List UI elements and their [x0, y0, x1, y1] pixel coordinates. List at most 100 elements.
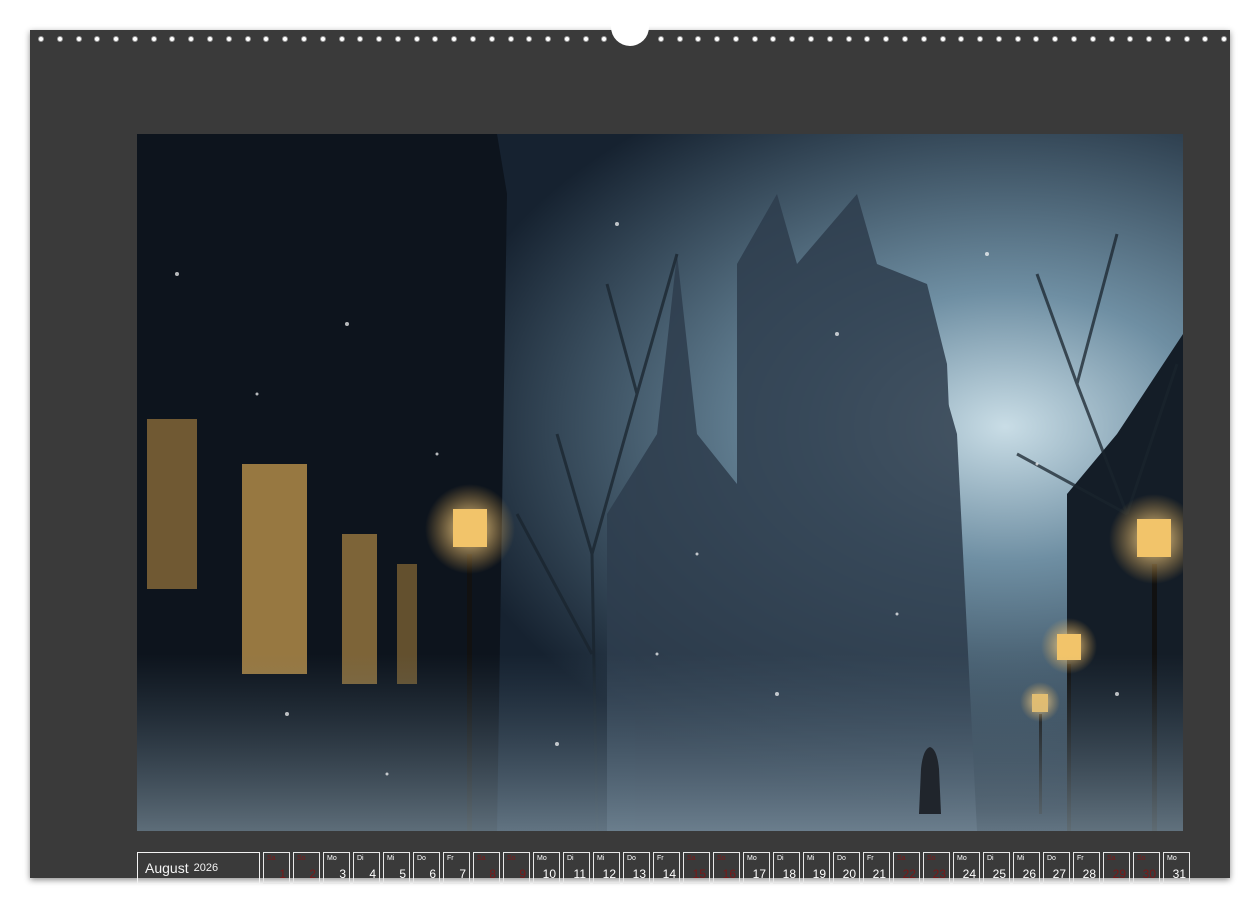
binding-hole — [601, 36, 608, 42]
binding-hole — [188, 36, 195, 42]
day-number: 21 — [872, 867, 886, 881]
day-number: 5 — [399, 867, 406, 881]
weekday-abbrev: Do — [1047, 855, 1056, 862]
binding-hole — [263, 36, 270, 42]
binding-hole — [319, 36, 326, 42]
day-cell: Sa 8 — [473, 852, 500, 884]
weekday-abbrev: So — [927, 855, 936, 862]
day-cell: So 2 — [293, 852, 320, 884]
binding-hole — [244, 36, 251, 42]
day-cell: Do 13 — [623, 852, 650, 884]
day-cell: Mi 12 — [593, 852, 620, 884]
weekday-abbrev: Do — [417, 855, 426, 862]
month-year: 2026 — [193, 862, 219, 874]
weekday-abbrev: Do — [837, 855, 846, 862]
binding-hole — [958, 36, 965, 42]
weekday-abbrev: So — [717, 855, 726, 862]
month-label-box: August 2026 — [137, 852, 260, 884]
gothic-street-night-photo — [137, 134, 1183, 831]
binding-hole — [394, 36, 401, 42]
binding-hole — [732, 36, 739, 42]
day-cell: Mo 17 — [743, 852, 770, 884]
binding-hole — [1127, 36, 1134, 42]
weekday-abbrev: Fr — [657, 855, 664, 862]
day-number: 22 — [902, 867, 916, 881]
day-number: 14 — [662, 867, 676, 881]
day-number: 11 — [573, 867, 586, 881]
day-cell: So 30 — [1133, 852, 1160, 884]
weekday-abbrev: Do — [627, 855, 636, 862]
binding-hole — [469, 36, 476, 42]
binding-hole — [901, 36, 908, 42]
day-cell: Mi 19 — [803, 852, 830, 884]
binding-hole — [1221, 36, 1228, 42]
day-number: 13 — [632, 867, 646, 881]
binding-hole — [150, 36, 157, 42]
day-cell: Mo 3 — [323, 852, 350, 884]
binding-hole — [451, 36, 458, 42]
day-number: 23 — [932, 867, 946, 881]
binding-hole — [1052, 36, 1059, 42]
day-cell: Do 20 — [833, 852, 860, 884]
day-number: 2 — [309, 867, 316, 881]
day-cell: Fr 28 — [1073, 852, 1100, 884]
binding-hole — [338, 36, 345, 42]
binding-hole — [1070, 36, 1077, 42]
day-number: 12 — [602, 867, 616, 881]
binding-hole — [920, 36, 927, 42]
binding-hole — [826, 36, 833, 42]
binding-hole — [1033, 36, 1040, 42]
weekday-abbrev: Sa — [1107, 855, 1116, 862]
month-grid-strip: August 2026 Sa 1 So 2 Mo 3 Di 4 Mi 5 Do 6 Fr 7 Sa 8 So 9 M… — [137, 852, 1190, 884]
binding-hole — [131, 36, 138, 42]
day-number: 9 — [519, 867, 526, 881]
binding-hole — [1164, 36, 1171, 42]
day-cell: Fr 21 — [863, 852, 890, 884]
weekday-abbrev: Sa — [687, 855, 696, 862]
day-number: 15 — [692, 867, 706, 881]
weekday-abbrev: Mo — [957, 855, 967, 862]
day-cell: Di 4 — [353, 852, 380, 884]
binding-hole — [995, 36, 1002, 42]
binding-hole — [883, 36, 890, 42]
weekday-abbrev: Fr — [447, 855, 454, 862]
day-cell: Mi 5 — [383, 852, 410, 884]
day-number: 30 — [1142, 867, 1156, 881]
day-cell: So 16 — [713, 852, 740, 884]
weekday-abbrev: Sa — [897, 855, 906, 862]
weekday-abbrev: Di — [987, 855, 994, 862]
day-number: 3 — [339, 867, 346, 881]
binding-hole — [563, 36, 570, 42]
day-number: 28 — [1082, 867, 1096, 881]
binding-hole — [488, 36, 495, 42]
weekday-abbrev: Mi — [597, 855, 605, 862]
binding-hole — [1089, 36, 1096, 42]
month-name: August — [145, 860, 189, 876]
binding-hole — [1108, 36, 1115, 42]
day-number: 25 — [992, 867, 1006, 881]
binding-hole — [38, 36, 44, 42]
binding-hole — [845, 36, 852, 42]
binding-hole — [113, 36, 120, 42]
day-number: 26 — [1022, 867, 1036, 881]
day-number: 16 — [722, 867, 736, 881]
day-cell: Sa 15 — [683, 852, 710, 884]
binding-hole — [751, 36, 758, 42]
binding-hole — [75, 36, 82, 42]
day-cell: Do 6 — [413, 852, 440, 884]
weekday-abbrev: Mi — [387, 855, 395, 862]
weekday-abbrev: Mo — [1167, 855, 1177, 862]
day-number: 17 — [752, 867, 766, 881]
binding-hole — [282, 36, 289, 42]
binding-hole — [939, 36, 946, 42]
binding-hole — [432, 36, 439, 42]
day-number: 10 — [542, 867, 556, 881]
binding-hole — [526, 36, 533, 42]
binding-hole — [582, 36, 589, 42]
day-cell: Di 11 — [563, 852, 590, 884]
binding-hole — [507, 36, 514, 42]
binding-hole — [376, 36, 383, 42]
day-number: 4 — [369, 867, 376, 881]
binding-hole — [676, 36, 683, 42]
binding-hole — [808, 36, 815, 42]
